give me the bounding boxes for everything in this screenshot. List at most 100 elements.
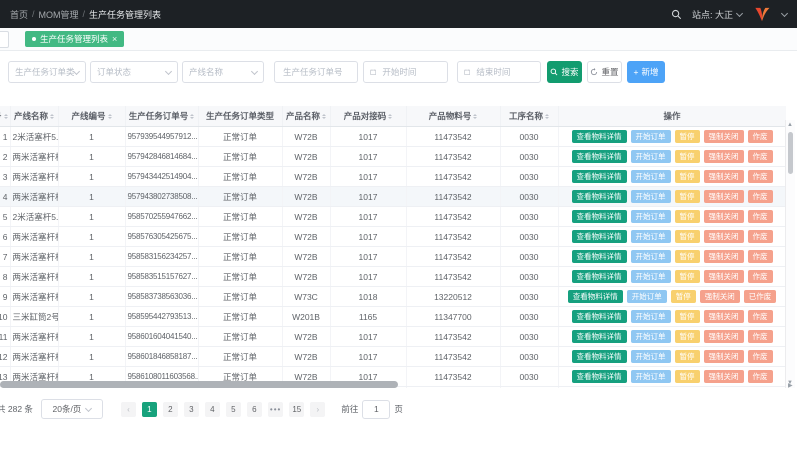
start-order-button[interactable]: 开始订单 — [627, 290, 667, 303]
vertical-scrollbar[interactable]: ▲ ▼ — [785, 120, 795, 388]
column-header-col8[interactable]: 工序名称 — [500, 106, 558, 127]
force-close-button[interactable]: 强制关闭 — [704, 130, 744, 143]
start-date-input[interactable] — [380, 66, 441, 78]
breadcrumb-item[interactable]: 首页 — [10, 8, 28, 21]
void-button[interactable]: 作废 — [748, 150, 773, 163]
tab-partial[interactable] — [0, 31, 9, 48]
start-order-button[interactable]: 开始订单 — [631, 130, 671, 143]
end-date-field[interactable] — [457, 61, 541, 83]
order-type-select[interactable]: 生产任务订单类型 — [8, 61, 86, 83]
goto-page-input[interactable] — [362, 400, 390, 419]
pause-button[interactable]: 暂停 — [675, 330, 700, 343]
page-button-15[interactable]: 15 — [289, 402, 304, 417]
view-material-button[interactable]: 查看物料详情 — [572, 350, 627, 363]
end-date-input[interactable] — [474, 66, 534, 78]
void-button[interactable]: 作废 — [748, 350, 773, 363]
force-close-button[interactable]: 强制关闭 — [704, 210, 744, 223]
void-button[interactable]: 已作废 — [744, 290, 777, 303]
column-header-col6[interactable]: 产品对接码 — [330, 106, 406, 127]
page-button-2[interactable]: 2 — [163, 402, 178, 417]
start-order-button[interactable]: 开始订单 — [631, 210, 671, 223]
start-order-button[interactable]: 开始订单 — [631, 190, 671, 203]
column-header-col2[interactable]: 产线编号 — [58, 106, 125, 127]
pause-button[interactable]: 暂停 — [675, 230, 700, 243]
void-button[interactable]: 作废 — [748, 210, 773, 223]
pause-button[interactable]: 暂停 — [675, 170, 700, 183]
column-header-col5[interactable]: 产品名称 — [282, 106, 330, 127]
start-order-button[interactable]: 开始订单 — [631, 250, 671, 263]
sort-caret-icon[interactable] — [322, 112, 326, 121]
search-icon[interactable] — [671, 9, 682, 20]
sort-caret-icon[interactable] — [388, 112, 392, 121]
pause-button[interactable]: 暂停 — [675, 350, 700, 363]
view-material-button[interactable]: 查看物料详情 — [572, 310, 627, 323]
search-button[interactable]: 搜索 — [547, 61, 582, 83]
sort-caret-icon[interactable] — [190, 112, 194, 121]
view-material-button[interactable]: 查看物料详情 — [572, 190, 627, 203]
tab-production-task-list[interactable]: 生产任务管理列表 × — [25, 31, 124, 47]
order-no-input[interactable] — [281, 66, 351, 78]
page-button-6[interactable]: 6 — [247, 402, 262, 417]
page-button-4[interactable]: 4 — [205, 402, 220, 417]
void-button[interactable]: 作废 — [748, 250, 773, 263]
sort-caret-icon[interactable] — [108, 112, 112, 121]
void-button[interactable]: 作废 — [748, 230, 773, 243]
pause-button[interactable]: 暂停 — [675, 210, 700, 223]
force-close-button[interactable]: 强制关闭 — [704, 250, 744, 263]
force-close-button[interactable]: 强制关闭 — [704, 170, 744, 183]
view-material-button[interactable]: 查看物料详情 — [572, 210, 627, 223]
tab-close-icon[interactable]: × — [112, 35, 117, 44]
page-button-1[interactable]: 1 — [142, 402, 157, 417]
reset-button[interactable]: 重置 — [587, 61, 622, 83]
view-material-button[interactable]: 查看物料详情 — [572, 250, 627, 263]
vertical-scroll-thumb[interactable] — [788, 132, 793, 174]
column-header-index[interactable]: 序号 — [0, 106, 10, 127]
column-header-col3[interactable]: 生产任务订单号 — [125, 106, 198, 127]
start-order-button[interactable]: 开始订单 — [631, 330, 671, 343]
start-order-button[interactable]: 开始订单 — [631, 350, 671, 363]
page-button-5[interactable]: 5 — [226, 402, 241, 417]
force-close-button[interactable]: 强制关闭 — [704, 230, 744, 243]
order-status-select[interactable]: 订单状态 — [90, 61, 178, 83]
column-header-col1[interactable]: 产线名称 — [10, 106, 58, 127]
void-button[interactable]: 作废 — [748, 130, 773, 143]
horizontal-scroll-thumb[interactable] — [0, 381, 398, 388]
pause-button[interactable]: 暂停 — [675, 250, 700, 263]
pause-button[interactable]: 暂停 — [675, 190, 700, 203]
add-button[interactable]: + 新增 — [627, 61, 665, 83]
view-material-button[interactable]: 查看物料详情 — [568, 290, 623, 303]
next-page-button[interactable]: › — [310, 402, 325, 417]
void-button[interactable]: 作废 — [748, 190, 773, 203]
sort-caret-icon[interactable] — [473, 112, 477, 121]
sort-caret-icon[interactable] — [545, 112, 549, 121]
pause-button[interactable]: 暂停 — [675, 270, 700, 283]
view-material-button[interactable]: 查看物料详情 — [572, 330, 627, 343]
start-order-button[interactable]: 开始订单 — [631, 230, 671, 243]
page-button-3[interactable]: 3 — [184, 402, 199, 417]
page-size-select[interactable]: 20条/页 — [41, 399, 103, 419]
void-button[interactable]: 作废 — [748, 170, 773, 183]
view-material-button[interactable]: 查看物料详情 — [572, 170, 627, 183]
force-close-button[interactable]: 强制关闭 — [700, 290, 740, 303]
force-close-button[interactable]: 强制关闭 — [704, 150, 744, 163]
start-order-button[interactable]: 开始订单 — [631, 170, 671, 183]
sort-caret-icon[interactable] — [50, 112, 54, 121]
breadcrumb-item[interactable]: MOM管理 — [39, 8, 79, 21]
void-button[interactable]: 作废 — [748, 310, 773, 323]
page-ellipsis[interactable]: ••• — [268, 402, 283, 417]
scroll-right-icon[interactable]: ▶ — [788, 382, 793, 389]
horizontal-scrollbar[interactable] — [0, 381, 786, 388]
breadcrumb-item[interactable]: 生产任务管理列表 — [89, 8, 161, 21]
prev-page-button[interactable]: ‹ — [121, 402, 136, 417]
force-close-button[interactable]: 强制关闭 — [704, 190, 744, 203]
view-material-button[interactable]: 查看物料详情 — [572, 270, 627, 283]
view-material-button[interactable]: 查看物料详情 — [572, 150, 627, 163]
start-order-button[interactable]: 开始订单 — [631, 150, 671, 163]
pause-button[interactable]: 暂停 — [675, 310, 700, 323]
order-no-field[interactable] — [274, 61, 358, 83]
pause-button[interactable]: 暂停 — [675, 150, 700, 163]
start-order-button[interactable]: 开始订单 — [631, 270, 671, 283]
void-button[interactable]: 作废 — [748, 330, 773, 343]
force-close-button[interactable]: 强制关闭 — [704, 270, 744, 283]
sort-caret-icon[interactable] — [4, 112, 8, 121]
